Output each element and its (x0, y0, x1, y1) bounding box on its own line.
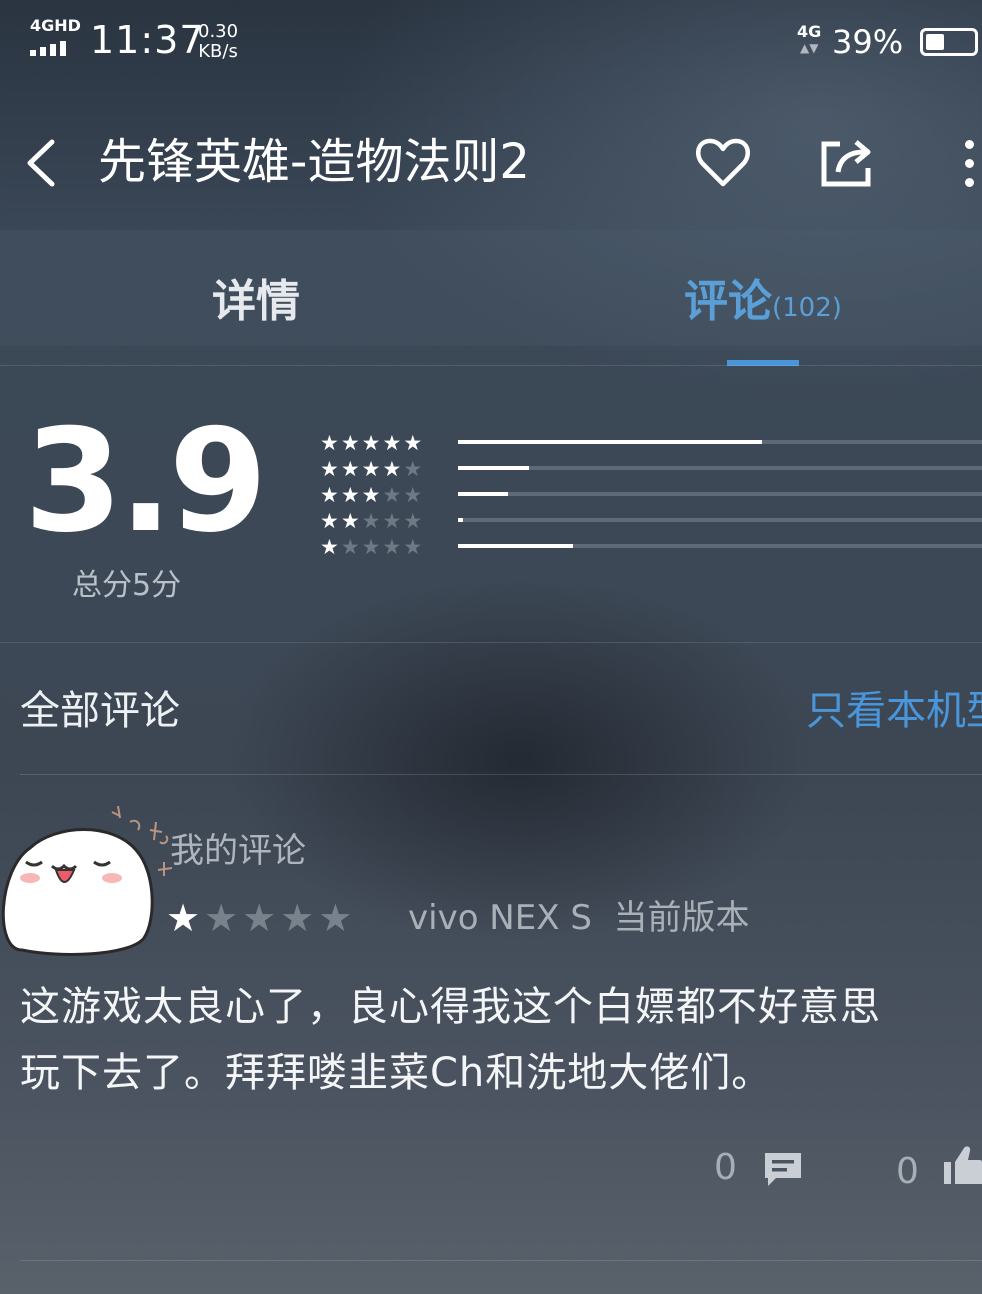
tab-details[interactable]: 详情 (212, 272, 300, 332)
star-icon: ★ (340, 431, 362, 455)
mobile-data-label: 4G (797, 22, 822, 41)
status-time: 11:37 (90, 18, 205, 62)
star-icon: ★ (340, 535, 362, 559)
star-icon: ★ (382, 457, 404, 481)
distribution-bar-fill (458, 544, 574, 548)
review-star-rating: ★★★★★ (166, 896, 356, 940)
signal-strength-icon (30, 38, 76, 56)
star-icon: ★ (361, 535, 383, 559)
distribution-stars-4: ★★★★★ (320, 458, 436, 480)
filter-this-device-button[interactable]: 只看本机型 (806, 684, 982, 738)
star-icon: ★ (340, 483, 362, 507)
tab-reviews-count: (102) (772, 293, 842, 323)
distribution-bar-5 (458, 440, 982, 444)
average-score: 3.9 (24, 399, 268, 564)
star-icon: ★ (320, 431, 341, 455)
network-speed-value: 0.30 (198, 21, 239, 42)
review-author-label: 我的评论 (170, 831, 306, 871)
star-icon: ★ (403, 509, 425, 533)
star-icon: ★ (242, 896, 281, 940)
distribution-stars-1: ★★★★★ (320, 536, 436, 558)
comment-icon[interactable] (762, 1150, 804, 1188)
score-total-label: 总分5分 (72, 568, 182, 603)
distribution-bar-fill (458, 466, 529, 470)
thumbs-up-icon[interactable] (944, 1144, 982, 1186)
star-icon: ★ (382, 483, 404, 507)
distribution-stars-3: ★★★★★ (320, 484, 436, 506)
battery-percent: 39% (832, 23, 904, 61)
distribution-stars-5: ★★★★★ (320, 432, 436, 454)
distribution-stars-2: ★★★★★ (320, 510, 436, 532)
back-icon[interactable] (22, 138, 58, 188)
tab-reviews[interactable]: 评论(102) (684, 272, 842, 338)
star-icon: ★ (340, 457, 362, 481)
review-text-line: 这游戏太良心了，良心得我这个白嫖都不好意思 (20, 984, 881, 1030)
star-icon: ★ (320, 509, 341, 533)
star-icon: ★ (361, 431, 383, 455)
divider (20, 1260, 982, 1261)
review-version-label: 当前版本 (613, 898, 750, 938)
review-device-name: vivo NEX S (408, 898, 592, 938)
reply-count: 0 (714, 1147, 737, 1188)
network-speed: 0.30 KB/s (198, 22, 238, 62)
star-icon: ★ (204, 896, 243, 940)
star-icon: ★ (403, 431, 425, 455)
star-icon: ★ (382, 509, 404, 533)
star-icon: ★ (382, 535, 404, 559)
star-icon: ★ (320, 457, 341, 481)
star-icon: ★ (280, 896, 319, 940)
star-icon: ★ (166, 896, 205, 940)
distribution-bar-2 (458, 518, 982, 522)
star-icon: ★ (361, 483, 383, 507)
network-speed-unit: KB/s (198, 41, 238, 62)
like-count: 0 (896, 1151, 919, 1192)
more-options-icon[interactable] (958, 138, 982, 190)
star-icon: ★ (403, 535, 425, 559)
tab-reviews-label: 评论 (684, 276, 772, 327)
star-icon: ★ (361, 457, 383, 481)
star-icon: ★ (403, 483, 425, 507)
review-text-line: 玩下去了。拜拜喽韭菜Ch和洗地大佬们。 (20, 1050, 773, 1096)
distribution-bar-4 (458, 466, 982, 470)
star-icon: ★ (320, 483, 341, 507)
distribution-bar-1 (458, 544, 982, 548)
battery-icon (920, 28, 978, 56)
network-type-label: 4GHD (30, 16, 81, 35)
star-icon: ★ (403, 457, 425, 481)
distribution-bar-3 (458, 492, 982, 496)
distribution-bar-fill (458, 440, 762, 444)
share-icon[interactable] (818, 134, 876, 190)
review-device-info: vivo NEX S 当前版本 (408, 896, 750, 940)
star-icon: ★ (318, 896, 357, 940)
star-icon: ★ (340, 509, 362, 533)
distribution-bar-fill (458, 518, 464, 522)
page-title: 先锋英雄-造物法则2 (98, 134, 530, 190)
star-icon: ★ (320, 535, 341, 559)
star-icon: ★ (361, 509, 383, 533)
battery-level-fill (926, 34, 944, 50)
data-activity-icon: ▲▼ (800, 41, 819, 55)
divider (20, 774, 982, 775)
distribution-bar-fill (458, 492, 508, 496)
star-icon: ★ (382, 431, 404, 455)
review-text: 这游戏太良心了，良心得我这个白嫖都不好意思 玩下去了。拜拜喽韭菜Ch和洗地大佬们… (20, 974, 970, 1106)
all-reviews-heading: 全部评论 (20, 688, 180, 734)
favorite-heart-icon[interactable] (695, 136, 751, 190)
divider (0, 365, 982, 366)
divider (0, 642, 982, 643)
